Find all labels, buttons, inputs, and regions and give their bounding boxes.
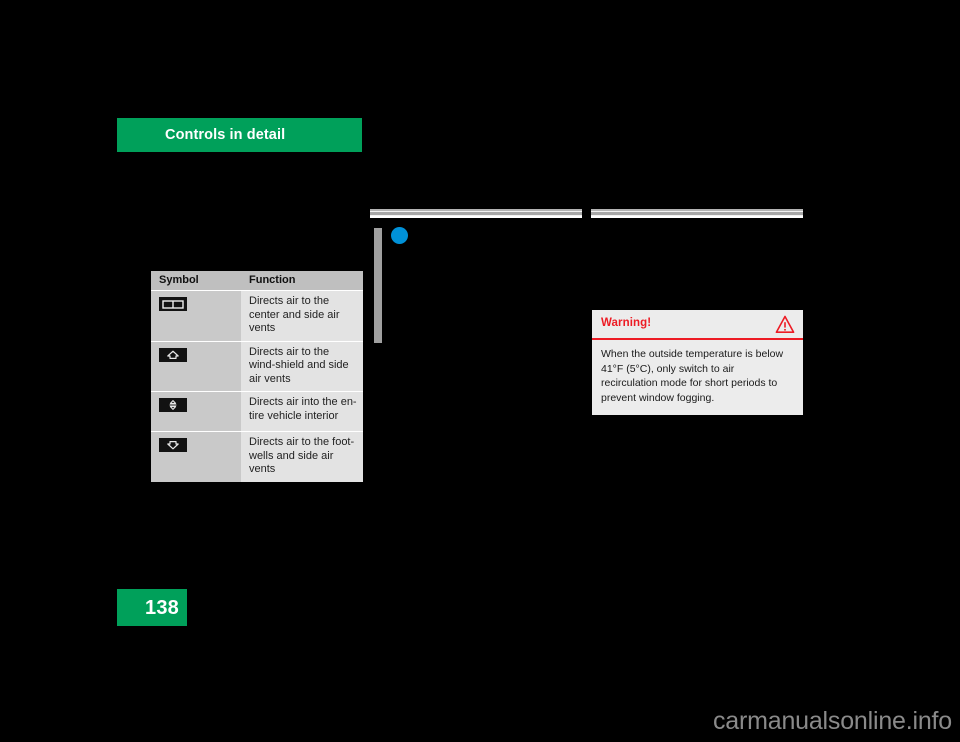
- function-description: Directs air to the center and side air v…: [241, 290, 363, 342]
- table-header-function: Function: [241, 271, 363, 291]
- function-description: Directs air to the wind-shield and side …: [241, 341, 363, 392]
- chapter-tab: Controls in detail: [117, 118, 362, 152]
- center-vents-icon: [159, 297, 187, 311]
- footer-watermark: carmanualsonline.info: [712, 707, 952, 735]
- column-rule-right: [591, 209, 803, 218]
- warning-text: When the outside temperature is below 41…: [601, 348, 784, 404]
- table-row: Directs air to the center and side air v…: [151, 290, 363, 342]
- symbol-cell: [151, 341, 241, 392]
- warning-title: Warning!: [601, 317, 652, 329]
- table-header-row: Symbol Function: [151, 271, 363, 291]
- footwell-vents-icon: [159, 438, 187, 452]
- warning-box: Warning! When the outside temperature is…: [592, 310, 803, 415]
- table-row: Directs air into the en-tire vehicle int…: [151, 391, 363, 432]
- bi-level-all-vents-icon: [159, 398, 187, 412]
- column-rule-middle: [370, 209, 582, 218]
- page-number-badge: 138: [117, 589, 187, 626]
- change-bar: [374, 228, 382, 343]
- chapter-title: Controls in detail: [165, 127, 286, 143]
- symbol-cell: [151, 431, 241, 482]
- windshield-defrost-icon: [159, 347, 187, 362]
- table-header-symbol: Symbol: [151, 271, 241, 291]
- manual-page: Controls in detail Symbol Function Direc…: [0, 0, 960, 742]
- table-row: Directs air to the foot-wells and side a…: [151, 431, 363, 482]
- function-description: Directs air to the foot-wells and side a…: [241, 431, 363, 482]
- warning-triangle-icon: [775, 315, 795, 334]
- warning-header: Warning!: [592, 310, 803, 340]
- symbol-function-table: Symbol Function Directs air to the cente…: [151, 271, 363, 482]
- function-description: Directs air into the en-tire vehicle int…: [241, 391, 363, 432]
- page-number: 138: [145, 597, 179, 619]
- blue-bullet-marker: [391, 227, 408, 244]
- table-row: Directs air to the wind-shield and side …: [151, 341, 363, 392]
- symbol-cell: [151, 391, 241, 432]
- symbol-cell: [151, 290, 241, 342]
